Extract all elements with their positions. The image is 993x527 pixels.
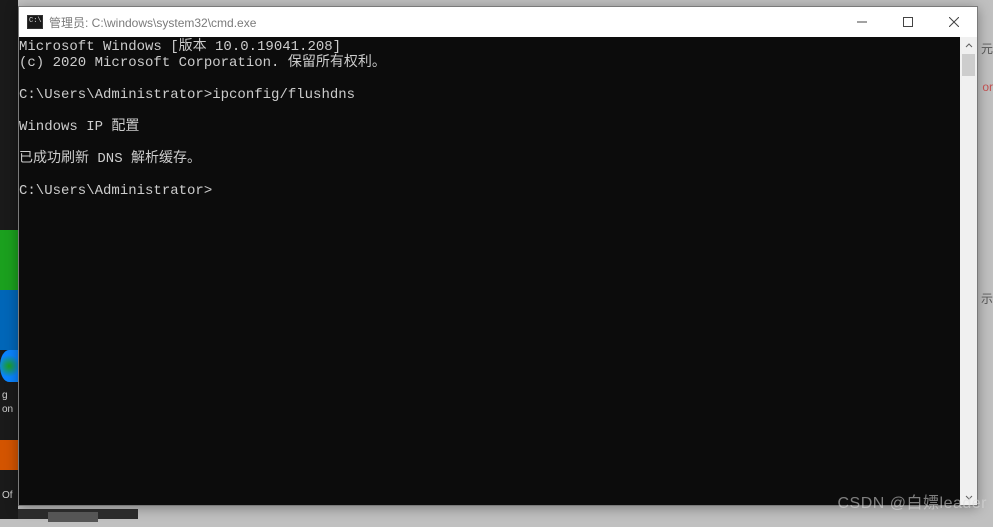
- window-controls: [839, 7, 977, 37]
- desktop-left-strip: 管 g on Of: [0, 0, 18, 519]
- terminal-scrollbar[interactable]: [960, 37, 977, 505]
- scrollbar-up-button[interactable]: [960, 37, 977, 54]
- term-line: Windows IP 配置: [19, 119, 139, 135]
- taskbar-fragment: [18, 509, 138, 519]
- right-edge-text-2: or: [982, 80, 993, 94]
- close-button[interactable]: [931, 7, 977, 37]
- chevron-down-icon: [965, 493, 973, 501]
- left-strip-green: [0, 230, 18, 290]
- left-strip-orange: [0, 440, 18, 470]
- term-prompt: C:\Users\Administrator>: [19, 183, 212, 199]
- terminal-area[interactable]: Microsoft Windows [版本 10.0.19041.208] (c…: [19, 37, 977, 505]
- term-line: (c) 2020 Microsoft Corporation. 保留所有权利。: [19, 55, 386, 71]
- cmd-window: 管理员: C:\windows\system32\cmd.exe Microso…: [18, 6, 978, 506]
- terminal-output: Microsoft Windows [版本 10.0.19041.208] (c…: [19, 37, 977, 199]
- maximize-button[interactable]: [885, 7, 931, 37]
- right-edge-text-3: 示: [981, 290, 993, 307]
- maximize-icon: [903, 17, 913, 27]
- scrollbar-down-button[interactable]: [960, 488, 977, 505]
- chevron-up-icon: [965, 42, 973, 50]
- term-line: 已成功刷新 DNS 解析缓存。: [19, 151, 201, 167]
- minimize-button[interactable]: [839, 7, 885, 37]
- window-title: 管理员: C:\windows\system32\cmd.exe: [49, 14, 839, 31]
- term-line: C:\Users\Administrator>ipconfig/flushdns: [19, 87, 355, 103]
- titlebar[interactable]: 管理员: C:\windows\system32\cmd.exe: [19, 7, 977, 37]
- term-line: Microsoft Windows [版本 10.0.19041.208]: [19, 39, 341, 55]
- close-icon: [949, 17, 959, 27]
- scrollbar-thumb[interactable]: [962, 54, 975, 76]
- right-edge-text-1: 元: [981, 40, 993, 57]
- cmd-icon: [27, 15, 43, 29]
- left-strip-blue: [0, 290, 18, 350]
- left-strip-edge-icon: [0, 350, 18, 382]
- minimize-icon: [857, 17, 867, 27]
